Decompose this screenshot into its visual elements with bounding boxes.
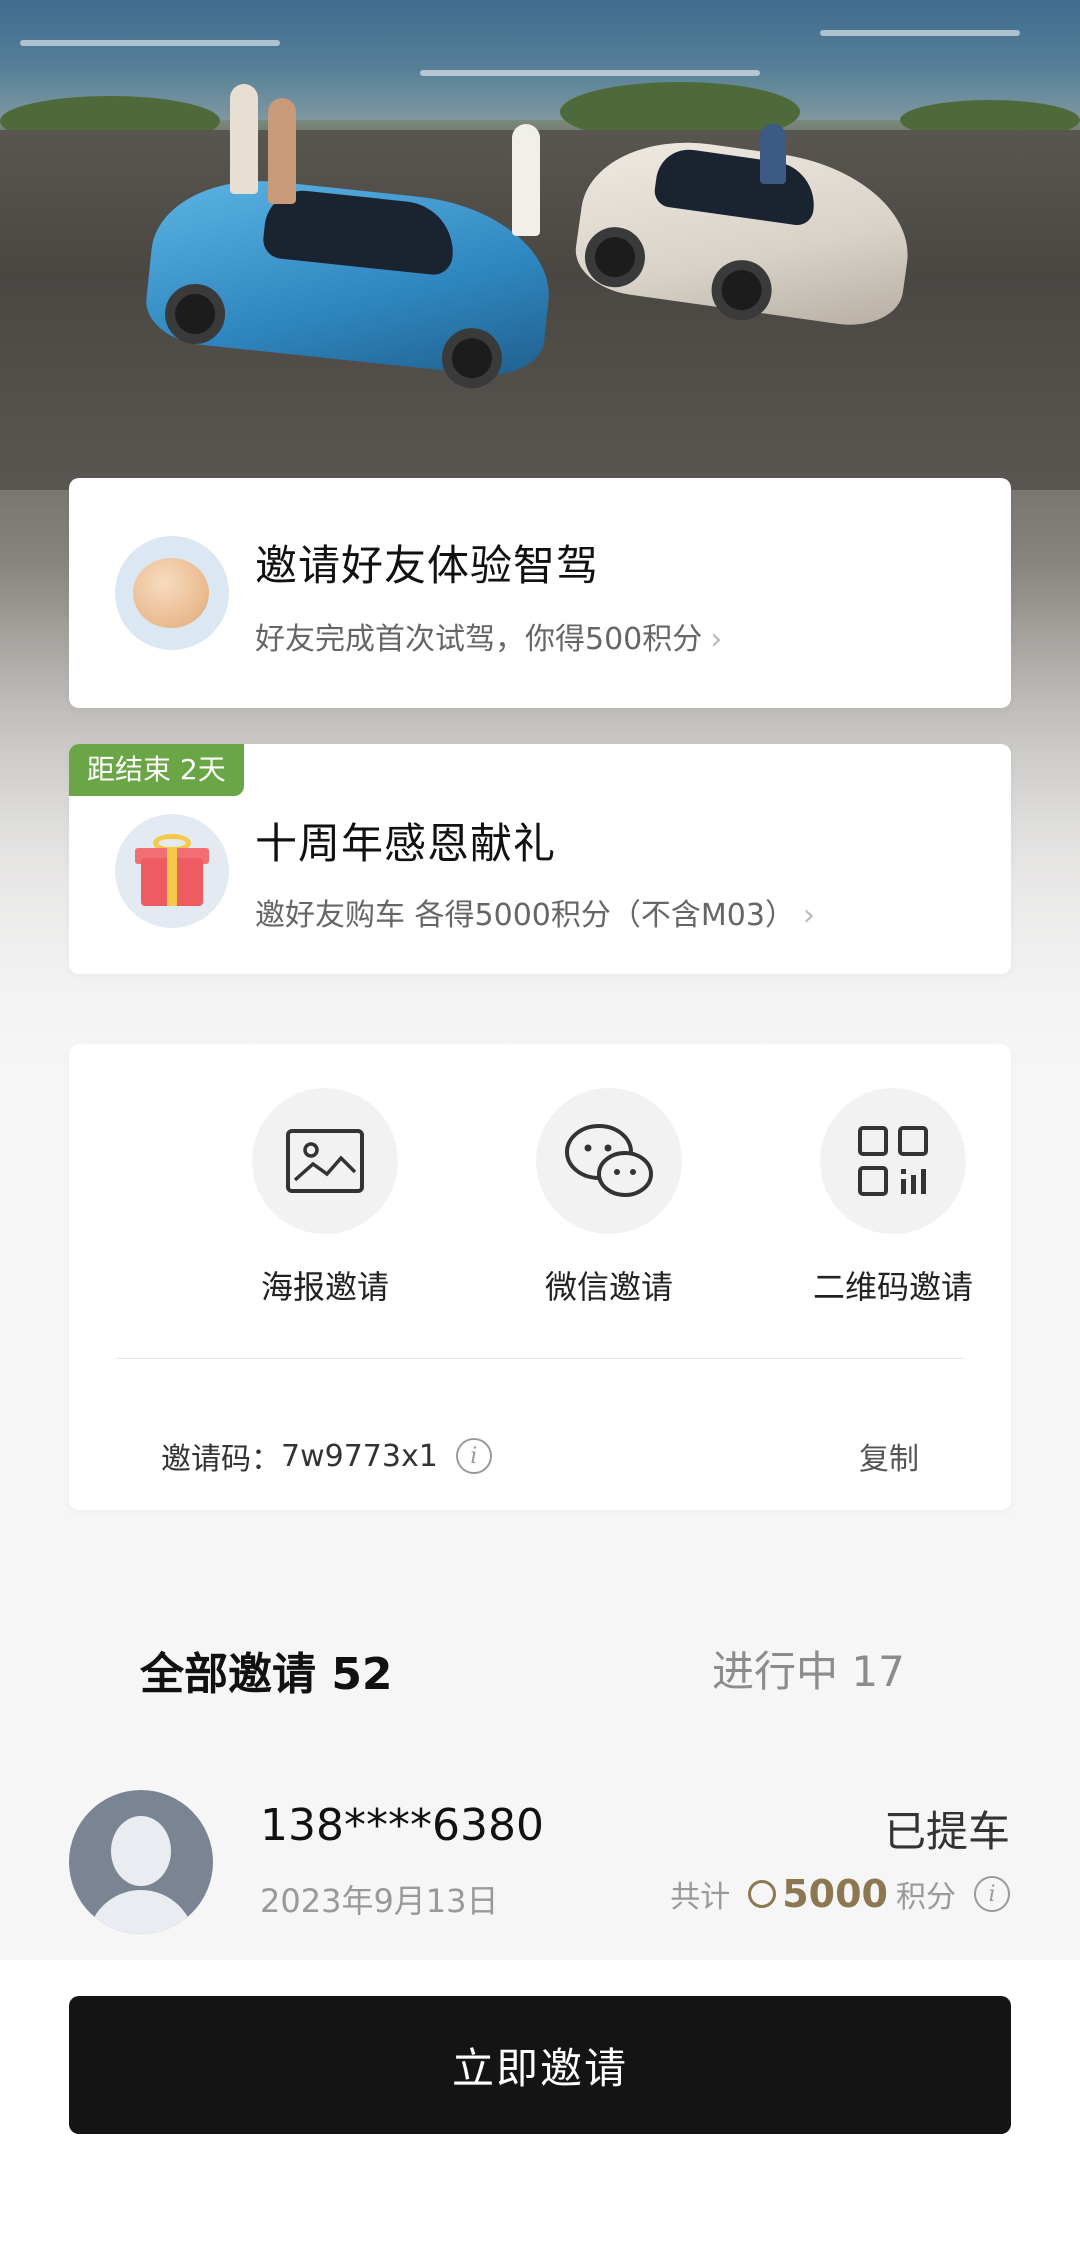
info-icon[interactable]: i: [455, 1438, 492, 1474]
share-label: 海报邀请: [260, 1268, 389, 1306]
countdown-badge: 距结束 2天: [69, 744, 244, 796]
copy-button[interactable]: 复制: [859, 1434, 919, 1478]
invite-date: 2023年9月13日: [260, 1882, 499, 1920]
points-summary: 共计 5000 积分 i: [670, 1872, 1010, 1916]
list-item[interactable]: 138****6380 2023年9月13日 已提车 共计 5000 积分 i: [0, 1790, 1080, 1960]
share-label: 微信邀请: [544, 1268, 673, 1306]
divider: [115, 1358, 965, 1359]
wave-foam: [20, 40, 280, 46]
share-poster-button[interactable]: 海报邀请: [215, 1088, 435, 1308]
wave-foam: [820, 30, 1020, 36]
bottom-bar: 立即邀请: [0, 1960, 1080, 2256]
points-value: 5000: [782, 1872, 888, 1916]
promo-card-anniversary[interactable]: 距结束 2天 十周年感恩献礼 邀好友购车 各得5000积分（不含M03） ›: [69, 744, 1011, 974]
promo-subtitle: 好友完成首次试驾，你得500积分 ›: [255, 614, 722, 658]
invite-code-value: 7w9773x1: [281, 1438, 438, 1474]
wechat-icon: [536, 1088, 682, 1234]
person: [230, 84, 258, 194]
promo-title: 十周年感恩献礼: [255, 819, 557, 868]
person: [268, 98, 296, 204]
status-badge: 已提车: [883, 1807, 1010, 1856]
qrcode-icon: [820, 1088, 966, 1234]
coin-icon: [115, 536, 229, 650]
chevron-right-icon: ›: [802, 898, 815, 933]
share-card: 海报邀请 微信邀请 二维码邀请 邀请码： 7w9773x1 i 复制: [69, 1044, 1011, 1510]
promo-subtitle-text: 邀好友购车 各得5000积分（不含M03）: [255, 898, 795, 933]
image-icon: [252, 1088, 398, 1234]
share-qrcode-button[interactable]: 二维码邀请: [783, 1088, 1003, 1308]
invite-tabs: 全部邀请 52 进行中 17: [0, 1638, 1080, 1700]
promo-title: 邀请好友体验智驾: [255, 541, 600, 590]
tab-all-invites[interactable]: 全部邀请 52: [140, 1638, 393, 1702]
wave-foam: [420, 70, 760, 76]
invite-code-row: 邀请码： 7w9773x1 i: [161, 1434, 492, 1478]
points-unit: 积分: [896, 1880, 956, 1915]
promo-subtitle-text: 好友完成首次试驾，你得500积分: [255, 622, 703, 657]
invite-code-label: 邀请码：: [161, 1442, 281, 1477]
share-label: 二维码邀请: [812, 1268, 973, 1306]
gift-icon: [115, 814, 229, 928]
person: [760, 124, 786, 184]
invite-now-button[interactable]: 立即邀请: [69, 1996, 1011, 2134]
invitee-phone: 138****6380: [260, 1800, 544, 1851]
promo-subtitle: 邀好友购车 各得5000积分（不含M03） ›: [255, 890, 815, 934]
total-label: 共计: [670, 1880, 731, 1915]
person: [512, 124, 540, 236]
tab-in-progress[interactable]: 进行中 17: [712, 1638, 905, 1699]
info-icon[interactable]: i: [974, 1876, 1010, 1912]
chevron-right-icon: ›: [710, 622, 723, 657]
share-wechat-button[interactable]: 微信邀请: [499, 1088, 719, 1308]
coins-icon: [748, 1880, 777, 1908]
promo-card-invite[interactable]: 邀请好友体验智驾 好友完成首次试驾，你得500积分 ›: [69, 478, 1011, 708]
avatar: [69, 1790, 213, 1934]
